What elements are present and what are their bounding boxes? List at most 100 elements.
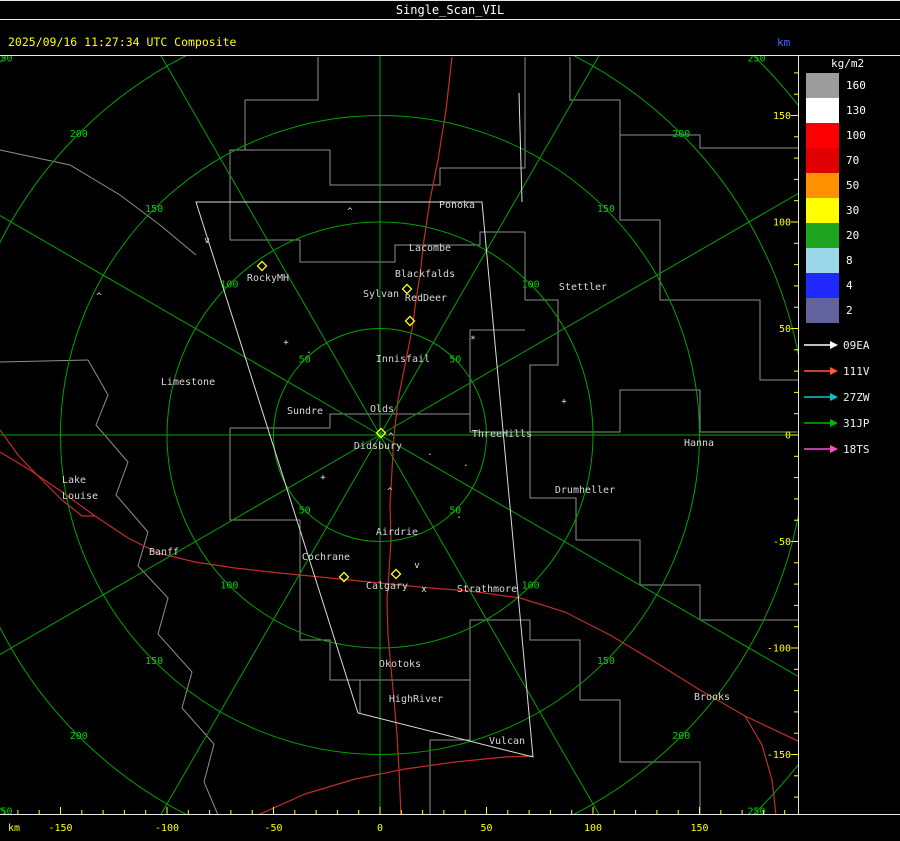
town-symbol: . [306,346,311,356]
radar-site-diamond [390,568,402,580]
scan-area-outline [195,201,534,758]
bottom-axis-label: -150 [48,823,72,834]
ring-distance-label: 150 [145,204,163,215]
ring-distance-label: 100 [522,581,540,592]
place-label: Calgary [366,581,408,592]
ring-distance-label: 50 [299,355,311,366]
place-label: Vulcan [489,736,525,747]
legend-value: 20 [846,229,860,242]
legend-row: 8 [806,248,900,273]
ring-distance-label: 150 [145,656,163,667]
town-symbol: ^ [347,207,353,217]
legend-swatch [806,73,839,98]
right-axis-label: -150 [767,750,791,761]
place-label: Blackfalds [395,269,455,280]
legend-swatch [806,223,839,248]
legend-swatch [806,173,839,198]
place-label: Banff [149,547,179,558]
radar-list: 09EA 111V 27ZW 31JP 18TS [801,332,900,462]
place-label: Limestone [161,377,215,388]
radar-row: 31JP [803,410,900,436]
bottom-axis-label: 100 [584,823,602,834]
radar-map-canvas[interactable]: 5050505010010010010015015015015020020020… [0,0,900,841]
town-symbol: + [283,338,289,348]
radar-arrow-icon [804,341,838,349]
place-label: Olds [370,404,394,415]
legend-swatch [806,148,839,173]
ring-distance-label: 50 [299,505,311,516]
legend-value: 30 [846,204,860,217]
ring-distance-label: 200 [672,129,690,140]
county-boundary [245,57,526,186]
county-boundary [299,520,361,713]
radar-row: 27ZW [803,384,900,410]
place-label: Stettler [559,282,607,293]
radar-arrow-icon [804,367,838,375]
county-boundary [229,428,300,521]
ring-distance-label: 200 [672,731,690,742]
ring-distance-label: 150 [597,204,615,215]
bottom-axis-label: -100 [155,823,179,834]
place-label: Hanna [684,438,714,449]
legend-value: 70 [846,154,860,167]
ring-distance-label: 100 [220,581,238,592]
legend-value: 130 [846,104,866,117]
county-boundary [530,389,798,433]
town-symbol: v [414,561,419,571]
right-axis-label: 0 [785,431,791,442]
town-symbol: . [456,511,461,521]
ring-distance-label: 150 [597,656,615,667]
county-boundary [0,149,197,256]
radial-line [0,215,381,436]
town-symbol: . [463,459,468,469]
county-boundary [229,57,319,240]
right-axis-label: 100 [773,218,791,229]
legend-swatch [806,198,839,223]
legend-swatch [806,98,839,123]
legend-swatch [806,123,839,148]
color-scale: 160 130 100 70 50 30 20 8 4 2 [801,73,900,323]
legend-value: 4 [846,279,853,292]
place-label: Okotoks [379,659,421,670]
legend-value: 8 [846,254,853,267]
place-label: RedDeer [405,293,447,304]
radar-id-label: 27ZW [843,390,870,404]
right-axis-label: 150 [773,111,791,122]
place-label: Didsbury [354,441,402,452]
legend-swatch [806,298,839,323]
legend-unit-label: kg/m2 [831,57,865,70]
county-boundary [87,359,219,814]
place-label: Lacombe [409,243,451,254]
town-symbol: + [561,397,567,407]
county-boundary [619,135,798,381]
radar-arrow-icon [804,393,838,401]
place-label: Sundre [287,406,323,417]
legend-row: 2 [806,298,900,323]
place-label: Louise [62,491,98,502]
legend-swatch [806,248,839,273]
place-label: HighRiver [389,694,443,705]
legend-row: 160 [806,73,900,98]
radar-row: 18TS [803,436,900,462]
ring-distance-label: 50 [449,355,461,366]
county-boundary [0,359,89,363]
town-symbol: x [421,585,427,595]
right-axis-label: -100 [767,644,791,655]
bottom-axis-label: 50 [480,823,492,834]
highway-line [0,429,95,517]
ring-distance-label: 250 [748,807,766,818]
legend-swatch [806,273,839,298]
town-symbol: + [320,473,326,483]
right-axis-label: 50 [779,324,791,335]
place-label: Ponoka [439,200,475,211]
radar-arrow-icon [804,445,838,453]
town-symbol: ^ [387,487,393,497]
bottom-axis-label: 150 [690,823,708,834]
ring-distance-label: 250 [0,807,12,818]
county-boundary [524,232,559,432]
radar-arrow-icon [804,419,838,427]
bottom-axis-label: -50 [264,823,282,834]
highway-line [744,715,777,814]
radar-row: 09EA [803,332,900,358]
ring-distance-label: 200 [70,731,88,742]
